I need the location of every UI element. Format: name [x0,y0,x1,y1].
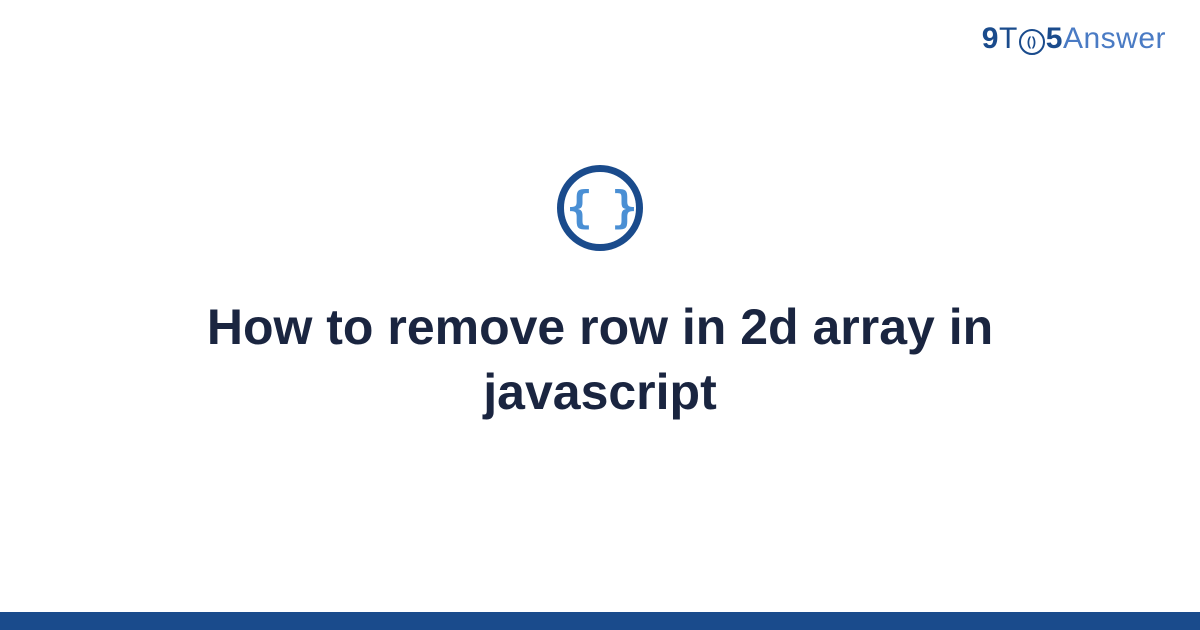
bottom-accent-bar [0,612,1200,630]
main-content: { } How to remove row in 2d array in jav… [0,0,1200,630]
braces-glyph: { } [566,186,633,230]
page-title: How to remove row in 2d array in javascr… [100,295,1100,425]
category-braces-icon: { } [557,165,643,251]
